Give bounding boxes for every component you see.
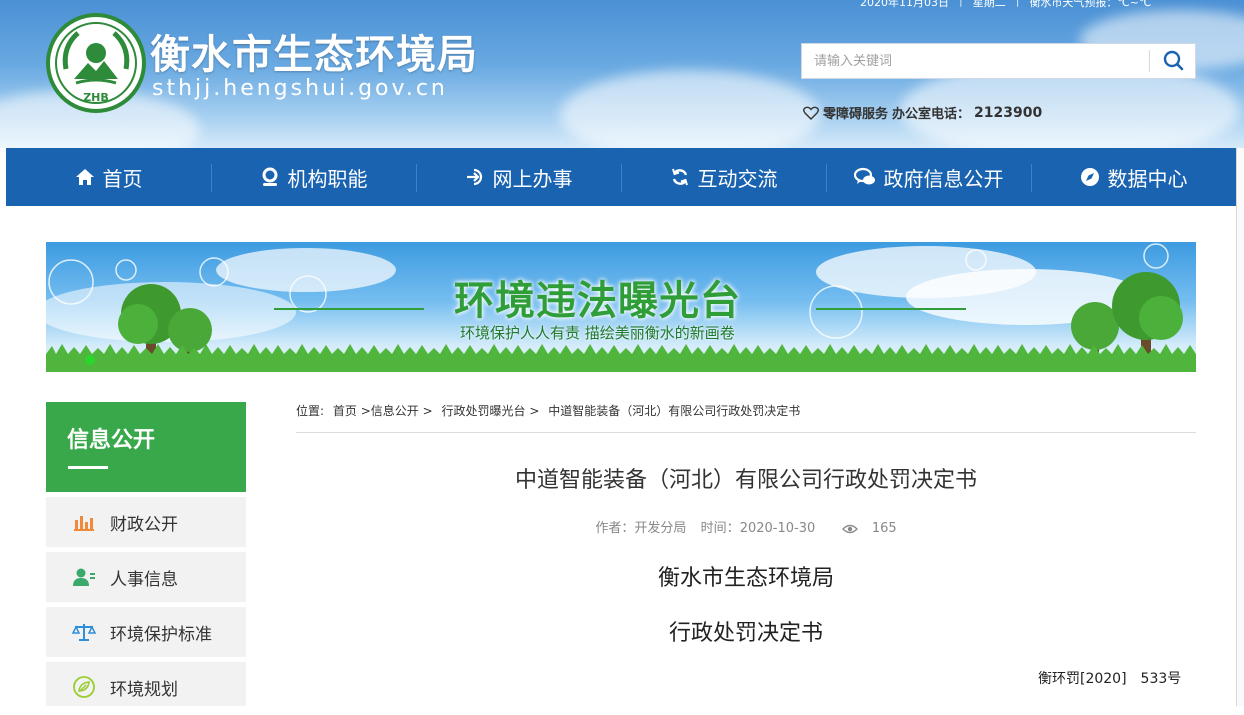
compass-icon: [1080, 168, 1099, 186]
view-count: 165: [871, 521, 897, 536]
breadcrumb-exposure[interactable]: 行政处罚曝光台: [442, 404, 526, 418]
sidebar-item-label: 环境保护标准: [110, 624, 212, 645]
chat-icon: [853, 167, 875, 185]
person-icon: [73, 568, 95, 586]
site-domain: sthjj.hengshui.gov.cn: [152, 76, 448, 101]
breadcrumb: 位置: 首页 >信息公开 > 行政处罚曝光台 > 中道智能装备（河北）有限公司行…: [296, 402, 800, 419]
breadcrumb-divider: [296, 432, 1196, 433]
nav-item-data-center[interactable]: 数据中心: [1031, 148, 1236, 206]
sidebar-item-personnel[interactable]: 人事信息: [46, 552, 246, 602]
nav-item-label: 数据中心: [1107, 166, 1188, 191]
breadcrumb-prefix: 位置:: [296, 404, 325, 418]
breadcrumb-separator: >: [422, 404, 433, 418]
sidebar-item-finance[interactable]: 财政公开: [46, 497, 246, 547]
exposure-banner[interactable]: 环境违法曝光台 环境保护人人有责 描绘美丽衡水的新画卷: [46, 242, 1196, 372]
author-label: 作者：: [595, 521, 635, 536]
nav-item-label: 政府信息公开: [883, 166, 1004, 191]
site-logo[interactable]: ZHB: [46, 13, 146, 113]
search-divider: [1149, 50, 1150, 72]
search-box: [801, 43, 1196, 79]
nav-item-organization[interactable]: 机构职能: [211, 148, 416, 206]
main-nav: 首页 机构职能 网上办事 互动交流 政府信息公开 数据中心: [6, 148, 1236, 206]
article-meta: 作者：开发分局 时间：2020-10-30 165: [296, 517, 1196, 536]
banner-subtitle: 环境保护人人有责 描绘美丽衡水的新画卷: [460, 324, 735, 342]
scale-icon: [72, 624, 96, 641]
breadcrumb-current[interactable]: 中道智能装备（河北）有限公司行政处罚决定书: [548, 404, 800, 418]
sidebar-item-label: 人事信息: [110, 569, 178, 590]
page-edge: [1236, 148, 1244, 715]
nav-item-home[interactable]: 首页: [6, 148, 211, 206]
accessibility-service-link[interactable]: 零障碍服务: [823, 103, 888, 122]
page-bottom-edge: [0, 706, 1244, 715]
bar-chart-icon: [74, 516, 94, 531]
breadcrumb-separator: >: [529, 404, 540, 418]
article-title: 中道智能装备（河北）有限公司行政处罚决定书: [514, 468, 977, 493]
login-icon: [466, 168, 482, 186]
office-phone: 2123900: [974, 104, 1043, 121]
nav-item-label: 机构职能: [287, 166, 368, 191]
weather-forecast: 衡水市天气预报：℃~℃: [1029, 0, 1152, 9]
banner-rule-left: [274, 308, 424, 310]
accessibility-line: 零障碍服务 办公室电话： 2123900: [803, 103, 1042, 122]
search-button[interactable]: [1154, 44, 1194, 78]
breadcrumb-info-public[interactable]: >信息公开: [361, 404, 419, 418]
article-author: 开发分局: [634, 521, 687, 536]
nav-item-label: 互动交流: [697, 166, 778, 191]
top-info-bar: 2020年11月03日 | 星期二 | 衡水市天气预报：℃~℃: [860, 0, 1152, 9]
nav-item-label: 网上办事: [492, 166, 573, 191]
document-type-heading: 行政处罚决定书: [668, 621, 823, 646]
logo-text: ZHB: [83, 91, 109, 104]
zhb-emblem-icon: ZHB: [55, 22, 137, 104]
sidebar: 信息公开 财政公开 人事信息 环境保护标准 环境规划: [46, 402, 246, 712]
search-input[interactable]: [802, 44, 1148, 78]
office-phone-label: 办公室电话：: [892, 107, 971, 122]
sidebar-item-env-standards[interactable]: 环境保护标准: [46, 607, 246, 657]
site-header: 2020年11月03日 | 星期二 | 衡水市天气预报：℃~℃ ZHB 衡水市生…: [0, 0, 1244, 148]
site-name: 衡水市生态环境局: [150, 32, 478, 78]
time-label: 时间：: [700, 521, 740, 536]
nav-item-online-services[interactable]: 网上办事: [416, 148, 621, 206]
banner-pager-dot[interactable]: [85, 355, 95, 365]
search-icon: [1163, 50, 1184, 71]
sidebar-header: 信息公开: [46, 402, 246, 492]
banner-title: 环境违法曝光台: [454, 278, 741, 324]
home-icon: [75, 169, 94, 185]
refresh-icon: [671, 168, 688, 186]
sidebar-title-underline: [68, 466, 108, 469]
sidebar-item-label: 环境规划: [110, 679, 178, 700]
sidebar-title: 信息公开: [67, 428, 156, 453]
breadcrumb-home[interactable]: 首页: [333, 404, 357, 418]
location-icon: [262, 167, 277, 186]
current-date: 2020年11月03日: [860, 0, 949, 9]
nav-item-gov-info[interactable]: 政府信息公开: [826, 148, 1031, 206]
sidebar-item-env-planning[interactable]: 环境规划: [46, 662, 246, 712]
issuer-heading: 衡水市生态环境局: [657, 566, 834, 591]
document-number: 衡环罚[2020] 533号: [1038, 671, 1182, 687]
article-date: 2020-10-30: [739, 521, 816, 536]
nav-item-label: 首页: [102, 166, 143, 191]
current-weekday: 星期二: [972, 0, 1006, 9]
leaf-icon: [73, 676, 95, 698]
heart-icon: [803, 106, 819, 120]
sidebar-item-label: 财政公开: [110, 514, 178, 535]
eye-icon: [841, 524, 858, 533]
nav-item-interaction[interactable]: 互动交流: [621, 148, 826, 206]
banner-rule-right: [816, 308, 966, 310]
